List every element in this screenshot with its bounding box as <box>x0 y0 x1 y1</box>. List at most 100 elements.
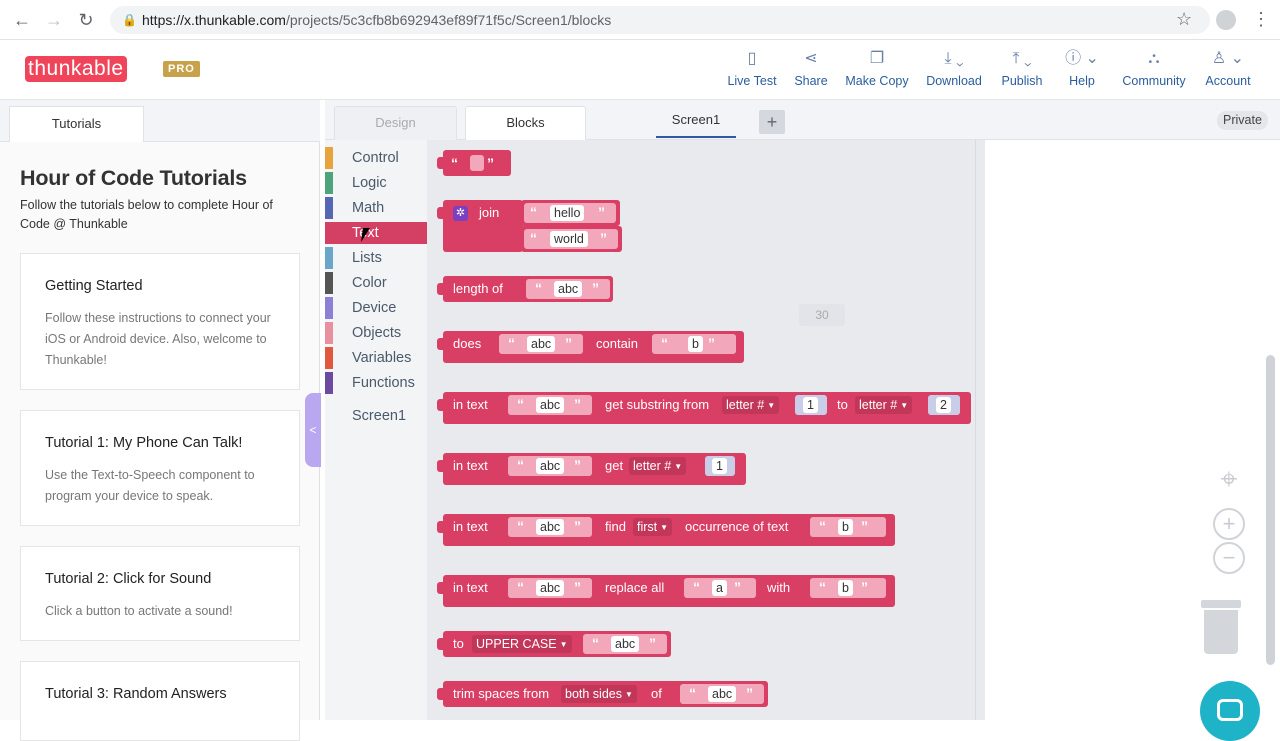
trash-icon[interactable] <box>1201 600 1241 656</box>
first-last-dropdown[interactable]: first ▼ <box>633 518 673 536</box>
category-objects[interactable]: Objects <box>325 322 427 344</box>
category-color[interactable]: Color <box>325 272 427 294</box>
make-copy-label: Make Copy <box>845 74 909 88</box>
forward-icon[interactable]: → <box>44 10 64 30</box>
text-field-abc[interactable]: abc <box>536 458 565 474</box>
text-field-a[interactable]: a <box>712 580 727 596</box>
category-label: Color <box>352 275 387 291</box>
live-test-button[interactable]: ▯ Live Test <box>724 48 780 94</box>
number-field[interactable]: 1 <box>803 397 818 413</box>
block-string-hello[interactable]: “ hello ” <box>521 200 620 226</box>
category-swatch <box>325 322 333 344</box>
chevron-down-icon: ▼ <box>660 523 669 532</box>
open-quote-icon: “ <box>451 155 458 171</box>
profile-avatar[interactable] <box>1216 10 1236 30</box>
canvas-scrollbar[interactable] <box>1266 355 1275 665</box>
block-length-of[interactable]: length of “ abc ” <box>437 276 613 302</box>
zoom-in-icon[interactable]: + <box>1213 508 1245 540</box>
category-variables[interactable]: Variables <box>325 347 427 369</box>
help-button[interactable]: ⓘ ⌄ Help <box>1062 48 1102 94</box>
account-button[interactable]: ♙ ⌄ Account <box>1202 48 1254 94</box>
open-quote-icon: “ <box>661 335 668 351</box>
case-dropdown[interactable]: UPPER CASE ▼ <box>472 635 572 653</box>
chat-support-icon[interactable] <box>1200 681 1260 741</box>
category-math[interactable]: Math <box>325 197 427 219</box>
reload-icon[interactable]: ↻ <box>76 10 96 30</box>
back-icon[interactable]: ← <box>12 10 32 30</box>
close-quote-icon: ” <box>574 579 581 595</box>
bookmark-star-icon[interactable]: ☆ <box>1176 9 1192 30</box>
letter-dropdown[interactable]: letter # ▼ <box>629 457 687 475</box>
collapse-panel-chevron-icon[interactable]: < <box>305 393 321 467</box>
category-control[interactable]: Control <box>325 147 427 169</box>
add-screen-button[interactable]: + <box>759 110 785 134</box>
category-logic[interactable]: Logic <box>325 172 427 194</box>
close-quote-icon: ” <box>734 579 741 595</box>
number-field[interactable]: 2 <box>936 397 951 413</box>
block-find-occurrence[interactable]: in text “ abc ” find first ▼ occurrence o… <box>437 514 895 546</box>
tab-blocks[interactable]: Blocks <box>465 106 586 140</box>
gear-icon[interactable]: ✲ <box>453 206 468 221</box>
letter-dropdown[interactable]: letter # ▼ <box>855 396 913 414</box>
chevron-down-icon: ▼ <box>674 462 683 471</box>
text-field-world[interactable]: world <box>550 231 588 247</box>
block-upper-case[interactable]: to UPPER CASE ▼ “ abc ” <box>437 631 671 657</box>
publish-button[interactable]: ⤒ ⌄ Publish <box>998 48 1046 94</box>
block-string-world[interactable]: “ world ” <box>521 226 622 252</box>
category-lists[interactable]: Lists <box>325 247 427 269</box>
recenter-icon[interactable]: ⌖ <box>1213 464 1245 496</box>
block-get-substring[interactable]: in text “ abc ” get substring from lette… <box>437 392 971 424</box>
block-get-letter[interactable]: in text “ abc ” get letter # ▼ 1 <box>437 453 746 485</box>
address-bar[interactable]: 🔒 https://x.thunkable.com/projects/5c3cf… <box>110 6 1210 34</box>
flyout-scrollbar[interactable] <box>975 140 985 720</box>
category-text[interactable]: Text <box>325 222 427 244</box>
download-button[interactable]: ⤓ ⌄ Download <box>923 48 985 94</box>
zoom-out-icon[interactable]: − <box>1213 542 1245 574</box>
text-field-b[interactable]: b <box>838 519 853 535</box>
text-field-abc[interactable]: abc <box>536 397 565 413</box>
text-field-abc[interactable]: abc <box>536 519 565 535</box>
text-field-abc[interactable]: abc <box>708 686 737 702</box>
tutorial-card-3[interactable]: Tutorial 3: Random Answers <box>20 661 300 741</box>
block-join[interactable]: ✲ join <box>437 200 523 252</box>
block-replace-all[interactable]: in text “ abc ” replace all “ a ” with “… <box>437 575 895 607</box>
category-device[interactable]: Device <box>325 297 427 319</box>
tutorial-card-1[interactable]: Tutorial 1: My Phone Can Talk! Use the T… <box>20 410 300 526</box>
live-test-label: Live Test <box>727 74 777 88</box>
tab-tutorials[interactable]: Tutorials <box>9 106 144 142</box>
card-description: Click a button to activate a sound! <box>45 604 233 618</box>
thunkable-logo[interactable]: thunkable <box>25 56 127 82</box>
community-button[interactable]: ⛬ Community <box>1118 48 1190 94</box>
letter-dropdown[interactable]: letter # ▼ <box>722 396 780 414</box>
tutorial-card-getting-started[interactable]: Getting Started Follow these instruction… <box>20 253 300 390</box>
close-quote-icon: ” <box>574 457 581 473</box>
block-trim-spaces[interactable]: trim spaces from both sides ▼ of “ abc ” <box>437 681 768 707</box>
block-empty-string[interactable]: “ ” <box>437 150 511 176</box>
close-quote-icon: ” <box>487 155 494 171</box>
text-field-b[interactable]: b <box>838 580 853 596</box>
category-functions[interactable]: Functions <box>325 372 427 394</box>
category-swatch <box>325 172 333 194</box>
category-label: Lists <box>352 250 382 266</box>
category-swatch <box>325 347 333 369</box>
share-button[interactable]: ⋖ Share <box>790 48 832 94</box>
card-description: Follow these instructions to connect you… <box>45 311 271 367</box>
make-copy-button[interactable]: ❐ Make Copy <box>845 48 909 94</box>
text-field-b[interactable]: b <box>688 336 703 352</box>
tutorial-card-2[interactable]: Tutorial 2: Click for Sound Click a butt… <box>20 546 300 641</box>
side-dropdown[interactable]: both sides ▼ <box>561 685 637 703</box>
text-field-abc[interactable]: abc <box>554 281 583 297</box>
category-screen1[interactable]: Screen1 <box>325 405 427 427</box>
tab-design[interactable]: Design <box>334 106 457 140</box>
text-field-hello[interactable]: hello <box>550 205 585 221</box>
block-connector <box>437 521 444 533</box>
text-field-abc[interactable]: abc <box>536 580 565 596</box>
block-does-contain[interactable]: does “ abc ” contain “ b ” <box>437 331 744 363</box>
text-field-abc[interactable]: abc <box>611 636 640 652</box>
tab-screen1[interactable]: Screen1 <box>656 106 736 138</box>
text-field-abc[interactable]: abc <box>527 336 556 352</box>
string-slot: “ abc ” <box>680 684 764 704</box>
empty-text-field[interactable] <box>470 155 484 171</box>
browser-menu-icon[interactable]: ⋮ <box>1252 8 1270 30</box>
number-field[interactable]: 1 <box>712 458 727 474</box>
